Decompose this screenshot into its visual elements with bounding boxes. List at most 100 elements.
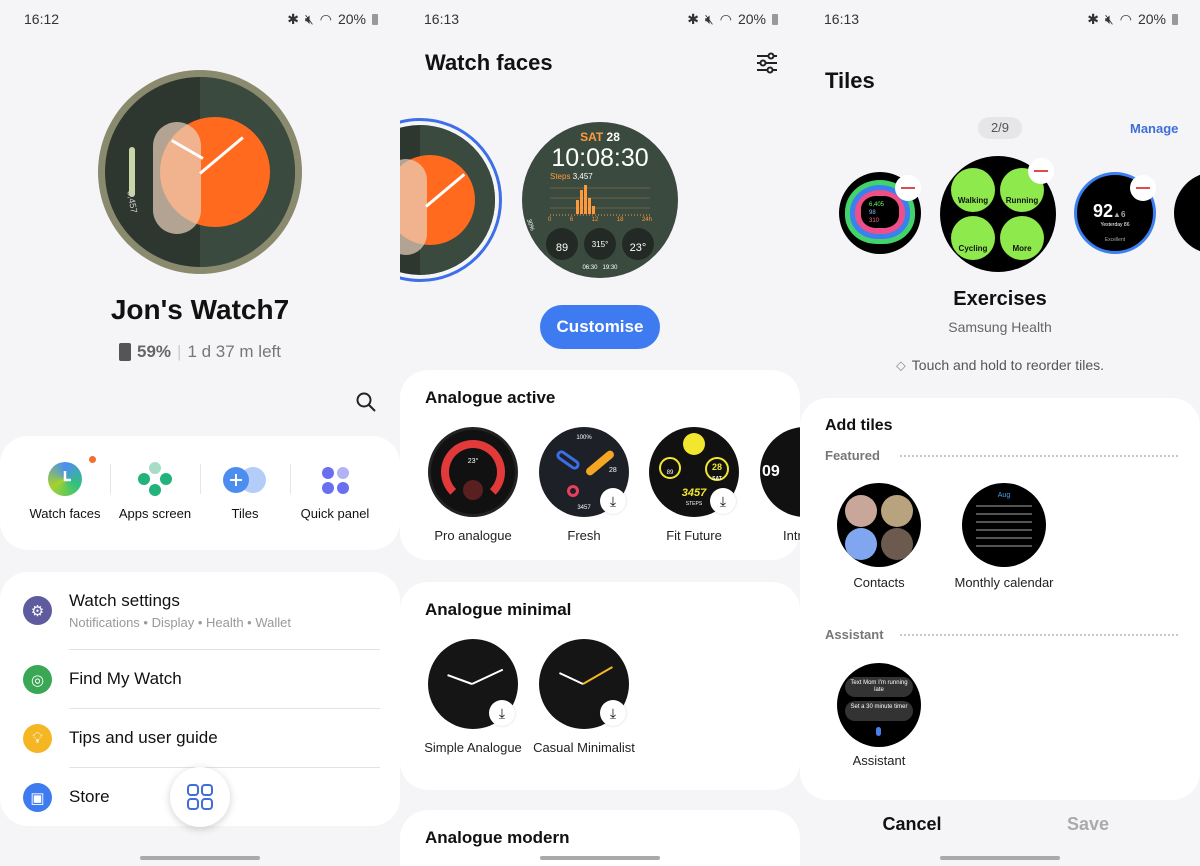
axis-tick: 18	[616, 217, 624, 223]
assistant-prompt: Text Mom I'm running late	[845, 677, 913, 697]
shortcuts-card: Watch faces Apps screen Tiles Quick pane…	[0, 436, 400, 550]
watch-face-current[interactable]	[400, 118, 502, 282]
menu-title: Find My Watch	[69, 669, 182, 688]
face-label: Casual Minimalist	[533, 740, 635, 755]
menu-find-my-watch[interactable]: ◎ Find My Watch	[0, 654, 400, 704]
hint-text: Touch and hold to reorder tiles.	[911, 357, 1105, 373]
tile-label: Assistant	[852, 753, 906, 768]
face-steps-chart	[550, 185, 650, 216]
menu-title: Watch settings	[69, 591, 180, 610]
tile-text: 310	[869, 218, 880, 224]
tile-monthly-calendar[interactable]: Aug	[962, 483, 1046, 567]
bluetooth-icon: ✱	[287, 10, 299, 27]
shortcut-quick-panel[interactable]: Quick panel	[285, 456, 385, 526]
face-label: Fresh	[567, 528, 601, 543]
face-intr[interactable]: 09	[760, 427, 800, 517]
notification-dot	[89, 456, 96, 463]
shortcut-tiles[interactable]: Tiles	[195, 456, 295, 526]
face-day: SAT	[580, 130, 604, 144]
download-icon[interactable]: ⤓	[600, 488, 626, 514]
shortcut-apps-screen[interactable]: Apps screen	[105, 456, 205, 526]
assistant-prompt: Set a 30 minute timer	[845, 701, 913, 721]
tiles-screen: 16:13 ✱ 🔇︎ ◠ 20% Tiles 2/9 Manage 6,405 98 31…	[800, 0, 1200, 866]
selected-tile-app: Samsung Health	[948, 319, 1052, 335]
remove-tile-button[interactable]	[1028, 158, 1054, 184]
axis-tick: 24h	[641, 217, 652, 223]
remove-tile-button[interactable]	[895, 175, 921, 201]
cancel-button[interactable]: Cancel	[852, 814, 972, 835]
face-steps-label: Steps	[550, 172, 571, 181]
download-icon[interactable]: ⤓	[489, 700, 515, 726]
save-button[interactable]: Save	[1028, 814, 1148, 835]
watch-image: 3,457	[98, 70, 302, 274]
shortcut-label: Quick panel	[300, 506, 370, 521]
battery-percent: 59%	[136, 342, 172, 361]
exercise-walking: Walking	[951, 168, 995, 212]
section-title: Analogue minimal	[425, 600, 572, 619]
sleep-score: 92	[1093, 201, 1114, 221]
status-time: 16:12	[24, 11, 60, 27]
add-tiles-card: Add tiles Featured Contacts Aug Monthly …	[800, 398, 1200, 800]
shortcut-label: Apps screen	[118, 506, 192, 521]
selected-tile-name: Exercises	[953, 288, 1047, 310]
mic-icon	[876, 727, 881, 736]
shortcut-watch-faces[interactable]: Watch faces	[15, 456, 115, 526]
face-text: 28	[609, 467, 617, 474]
wifi-icon: ◠	[719, 10, 732, 27]
status-bar: 16:12 ✱ 🔇︎ ◠ 20%	[24, 10, 378, 28]
menu-tips[interactable]: 💡︎ Tips and user guide	[0, 713, 400, 763]
battery-info: 59% | 1 d 37 m left	[0, 342, 400, 362]
status-bar: 16:13 ✱ 🔇︎ ◠ 20%	[824, 10, 1178, 28]
manage-link[interactable]: Manage	[1130, 121, 1178, 136]
face-label: Fit Future	[666, 528, 722, 543]
face-date: 28	[606, 130, 620, 144]
axis-tick: 0	[548, 217, 552, 223]
tile-text: 6,405	[869, 202, 885, 208]
watch-home-screen: 16:12 ✱ 🔇︎ ◠ 20% 3,457 Jon's Watch7 59% | 1…	[0, 0, 400, 866]
reorder-hint: ⬦ Touch and hold to reorder tiles.	[800, 357, 1200, 374]
battery-icon	[372, 13, 378, 25]
bluetooth-icon: ✱	[687, 10, 699, 27]
face-steps: 3,457	[572, 172, 593, 181]
customise-button[interactable]: Customise	[540, 305, 660, 349]
tile-partial[interactable]	[1174, 172, 1200, 254]
battery-time-left: 1 d 37 m left	[187, 342, 281, 361]
quick-panel-icon	[322, 467, 349, 494]
tile-assistant[interactable]: Text Mom I'm running late Set a 30 minut…	[837, 663, 921, 747]
page-indicator: 2/9	[978, 117, 1022, 139]
grid-icon	[187, 784, 213, 810]
menu-watch-settings[interactable]: ⚙ Watch settings Notifications • Display…	[0, 586, 400, 636]
bag-icon: ▣	[23, 783, 52, 812]
exercise-more: More	[1000, 216, 1044, 260]
add-tiles-title: Add tiles	[825, 417, 893, 434]
wifi-icon: ◠	[1119, 10, 1132, 27]
tile-text: 98	[869, 210, 876, 216]
bluetooth-icon: ✱	[1087, 10, 1099, 27]
face-label: Simple Analogue	[424, 740, 522, 755]
face-heart: 89	[546, 228, 578, 260]
section-analogue-active: Analogue active 23° Pro analogue 100% 28…	[400, 370, 800, 560]
tile-label: Monthly calendar	[954, 575, 1054, 590]
download-icon[interactable]: ⤓	[600, 700, 626, 726]
filter-sliders-icon[interactable]	[756, 52, 778, 79]
face-pro-analogue[interactable]: 23°	[428, 427, 518, 517]
mute-icon: 🔇︎	[1104, 10, 1114, 27]
face-temp: 23°	[622, 228, 654, 260]
nav-handle[interactable]	[540, 856, 660, 860]
nav-handle[interactable]	[140, 856, 260, 860]
move-icon: ⬦	[895, 357, 906, 373]
search-icon[interactable]	[356, 392, 376, 412]
download-icon[interactable]: ⤓	[710, 488, 736, 514]
battery-status: 20%	[1137, 11, 1166, 27]
axis-tick: 12	[591, 217, 599, 223]
menu-title: Tips and user guide	[69, 728, 218, 747]
remove-tile-button[interactable]	[1130, 175, 1156, 201]
floating-apps-button[interactable]	[170, 767, 230, 827]
face-text: SAT	[712, 476, 722, 482]
tile-contacts[interactable]	[837, 483, 921, 567]
watch-face-digital[interactable]: SAT 28 10:08:30 Steps 3,457 0 6 12 18 24h 89…	[522, 122, 678, 278]
calendar-month: Aug	[997, 492, 1011, 499]
status-time: 16:13	[824, 11, 860, 27]
nav-handle[interactable]	[940, 856, 1060, 860]
mute-icon: 🔇︎	[304, 10, 314, 27]
